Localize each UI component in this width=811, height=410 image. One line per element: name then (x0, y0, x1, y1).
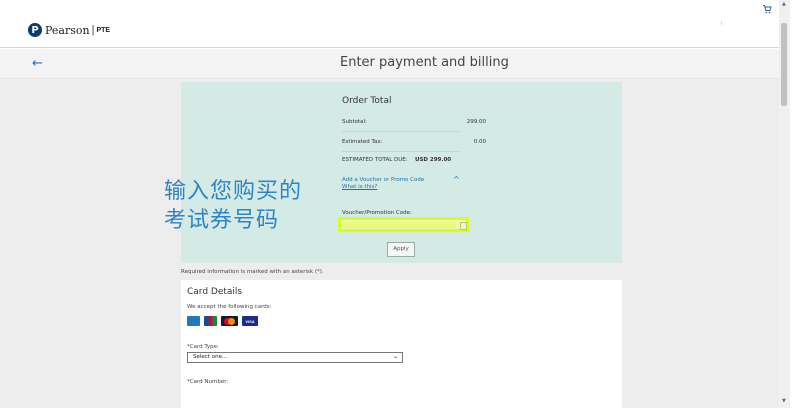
order-total-title: Order Total (342, 96, 392, 106)
card-details-title: Card Details (187, 287, 243, 297)
subtotal-value: 299.00 (466, 119, 486, 125)
voucher-input-highlight[interactable] (338, 217, 469, 232)
jcb-logo (204, 316, 217, 326)
accepted-cards-text: We accept the following cards: (187, 304, 272, 310)
apply-button[interactable]: Apply (387, 242, 415, 257)
what-is-this-link[interactable]: What is this? (342, 184, 424, 191)
card-number-label: *Card Number: (187, 379, 229, 385)
tax-value: 0.00 (473, 139, 486, 145)
amex-logo (187, 316, 200, 326)
logo-sub: PTE (96, 26, 111, 34)
pearson-logo-mark: P (28, 23, 42, 37)
card-type-label: *Card Type: (187, 344, 219, 350)
chevron-down-icon: ⌄ (392, 353, 398, 360)
voucher-input[interactable] (343, 222, 456, 228)
pearson-pte-logo[interactable]: P Pearson | PTE (28, 23, 110, 37)
mastercard-logo (221, 316, 238, 326)
scroll-up-icon[interactable]: ▲ (782, 1, 786, 7)
card-type-value: Select one... (193, 354, 228, 360)
page-header: ← Enter payment and billing (0, 49, 779, 79)
required-note: Required information is marked with an a… (181, 269, 324, 275)
add-voucher-link-label[interactable]: Add a Voucher or Promo Code (342, 177, 424, 183)
tax-label: Estimated Tax: (342, 139, 383, 145)
logo-text: Pearson (45, 23, 90, 37)
accepted-cards-logos: VISA (187, 316, 258, 326)
card-type-select[interactable]: Select one... ⌄ (187, 352, 403, 363)
chevron-up-icon[interactable]: ^ (453, 175, 460, 184)
scroll-down-icon[interactable]: ▼ (782, 398, 786, 404)
card-details-panel: Card Details We accept the following car… (181, 280, 622, 410)
main-content: Order Total Subtotal: 299.00 Estimated T… (0, 79, 779, 410)
vertical-scrollbar[interactable]: ▲ ▼ (779, 0, 790, 408)
visa-logo: VISA (242, 316, 258, 326)
add-voucher-link[interactable]: Add a Voucher or Promo Code What is this… (342, 177, 424, 191)
divider (342, 131, 459, 132)
total-label: ESTIMATED TOTAL DUE: (342, 157, 408, 163)
divider (342, 151, 459, 152)
page-title: Enter payment and billing (340, 55, 509, 70)
annotation-text-line2: 考试券号码 (164, 208, 280, 233)
divider (721, 21, 722, 25)
top-navigation-bar: P Pearson | PTE (0, 0, 779, 48)
total-value: USD 299.00 (415, 157, 452, 163)
subtotal-label: Subtotal: (342, 119, 367, 125)
back-arrow-icon[interactable]: ← (32, 56, 43, 71)
order-total-panel: Order Total Subtotal: 299.00 Estimated T… (164, 82, 622, 263)
annotation-text-line1: 输入您购买的 (164, 179, 303, 204)
scrollbar-thumb[interactable] (781, 23, 787, 106)
cart-icon[interactable] (762, 4, 772, 14)
voucher-input-button[interactable] (460, 222, 467, 230)
logo-divider: | (91, 24, 95, 36)
voucher-label: Voucher/Promotion Code: (342, 210, 412, 216)
